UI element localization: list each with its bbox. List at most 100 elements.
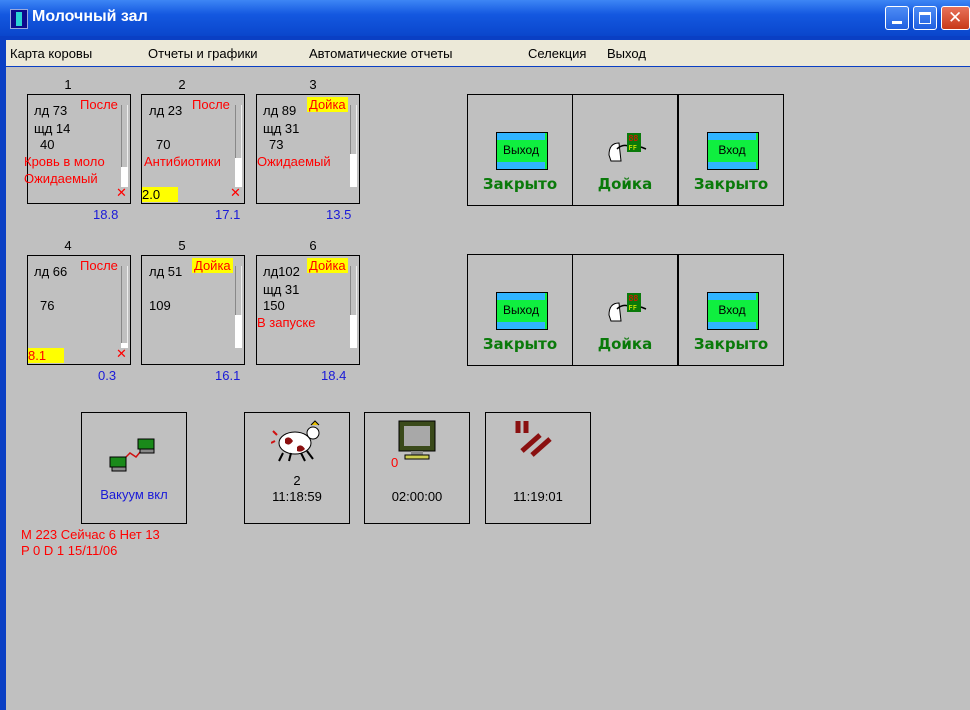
stall-alert: Антибиотики — [144, 154, 221, 169]
yield-bar — [235, 105, 242, 187]
menu-selection[interactable]: Селекция — [528, 46, 586, 61]
alert-x-icon: ✕ — [230, 185, 241, 200]
stall-yield-total: 13.5 — [326, 207, 352, 222]
exit-gate-icon: Выход — [496, 132, 548, 170]
stall-3[interactable]: лд 89 Дойка щд 31 73 Ожидаемый — [256, 94, 360, 204]
milking-status: Дойка — [597, 175, 653, 193]
milking-cluster-icon: 88 FF — [607, 131, 647, 171]
exit-gate-icon: Выход — [496, 292, 548, 330]
lactation-day: лд102 — [263, 264, 300, 279]
yield-badge: 8.1 — [28, 348, 64, 363]
svg-text:88: 88 — [629, 294, 639, 303]
wash-panel[interactable]: 11:19:01 — [485, 412, 591, 524]
gate-status: Закрыто — [693, 175, 769, 193]
milking-unit[interactable]: 88 FF Дойка — [572, 254, 678, 366]
yield-badge: 2.0 — [142, 187, 178, 202]
vacuum-panel[interactable]: Вакуум вкл — [81, 412, 187, 524]
entry-gate[interactable]: Вход Закрыто — [678, 94, 784, 206]
stall-status: Дойка — [307, 97, 348, 112]
alert-x-icon: ✕ — [116, 346, 127, 361]
menu-reports-graphs[interactable]: Отчеты и графики — [148, 46, 258, 61]
gate-status: Закрыто — [482, 335, 558, 353]
yield-bar — [350, 266, 357, 348]
cow-count: 2 — [293, 473, 301, 488]
status-date: P 0 D 1 15/11/06 — [21, 543, 118, 558]
entry-gate[interactable]: Вход Закрыто — [678, 254, 784, 366]
cow-count-panel[interactable]: 2 11:18:59 — [244, 412, 350, 524]
stall-4[interactable]: лд 66 После 76 8.1 ✕ — [27, 255, 131, 365]
yield-bar — [121, 105, 128, 187]
stall-value: 70 — [156, 137, 171, 152]
lactation-day: лд 23 — [149, 103, 183, 118]
svg-text:FF: FF — [629, 144, 637, 152]
yield-bar — [350, 105, 357, 187]
wash-icon — [512, 419, 562, 461]
lactation-day: лд 89 — [263, 103, 297, 118]
gate-status: Закрыто — [482, 175, 558, 193]
stall-5[interactable]: лд 51 Дойка 109 — [141, 255, 245, 365]
monitor-time: 02:00:00 — [391, 489, 443, 504]
yield-bar — [121, 266, 128, 348]
stall-number: 5 — [178, 238, 186, 253]
close-icon: ✕ — [948, 8, 963, 28]
vacuum-status: Вакуум вкл — [100, 487, 168, 502]
gate-status: Закрыто — [693, 335, 769, 353]
yield-bar — [235, 266, 242, 348]
menu-cow-card[interactable]: Карта коровы — [10, 46, 92, 61]
stall-yield-total: 0.3 — [98, 368, 117, 383]
stall-status: После — [192, 97, 230, 112]
stall-number: 1 — [64, 77, 72, 92]
stall-yield-total: 16.1 — [215, 368, 241, 383]
stall-2[interactable]: лд 23 После 70 Антибиотики 2.0 ✕ — [141, 94, 245, 204]
wash-time: 11:19:01 — [513, 489, 563, 504]
stall-alert: Кровь в моло — [24, 154, 105, 169]
monitor-icon — [395, 419, 439, 461]
status-summary: M 223 Сейчас 6 Нет 13 — [21, 527, 160, 542]
monitor-count: 0 — [391, 455, 399, 470]
close-button[interactable]: ✕ — [941, 6, 970, 30]
stall-number: 6 — [309, 238, 317, 253]
milking-cluster-icon: 88 FF — [607, 291, 647, 331]
app-window: Молочный зал ✕ Карта коровы Отчеты и гра… — [0, 0, 970, 710]
maximize-icon — [919, 12, 931, 24]
milking-status: Дойка — [597, 335, 653, 353]
days-since: щд 31 — [263, 282, 300, 297]
stall-value: 76 — [40, 298, 55, 313]
menu-auto-reports[interactable]: Автоматические отчеты — [309, 46, 453, 61]
stall-value: 40 — [40, 137, 55, 152]
exit-gate[interactable]: Выход Закрыто — [467, 94, 573, 206]
minimize-icon — [892, 21, 902, 24]
alert-x-icon: ✕ — [116, 185, 127, 200]
title-bar[interactable]: Молочный зал ✕ — [0, 0, 970, 36]
lactation-day: лд 51 — [149, 264, 183, 279]
menu-bar: Карта коровы Отчеты и графики Автоматиче… — [6, 40, 970, 66]
exit-gate[interactable]: Выход Закрыто — [467, 254, 573, 366]
stall-status: После — [80, 258, 118, 273]
stall-status: Дойка — [307, 258, 348, 273]
milking-parlor-view: 1 2 3 лд 73 После щд 14 40 Кровь в моло … — [6, 67, 970, 710]
menu-exit[interactable]: Выход — [607, 46, 646, 61]
stall-alert: В запуске — [257, 315, 316, 330]
stall-number: 4 — [64, 238, 72, 253]
stall-6[interactable]: лд102 Дойка щд 31 150 В запуске — [256, 255, 360, 365]
maximize-button[interactable] — [913, 6, 937, 30]
vacuum-pump-icon — [108, 435, 158, 475]
days-since: щд 31 — [263, 121, 300, 136]
stall-value: 150 — [263, 298, 285, 313]
stall-value: 73 — [269, 137, 284, 152]
window-title: Молочный зал — [32, 8, 148, 25]
stall-value: 109 — [149, 298, 171, 313]
cow-icon — [270, 419, 325, 463]
stall-alert: Ожидаемый — [257, 154, 331, 169]
stall-1[interactable]: лд 73 После щд 14 40 Кровь в моло Ожидае… — [24, 94, 131, 204]
stall-yield-total: 18.8 — [93, 207, 119, 222]
lactation-day: лд 73 — [34, 103, 68, 118]
stall-yield-total: 18.4 — [321, 368, 347, 383]
monitor-panel[interactable]: 0 02:00:00 — [364, 412, 470, 524]
stall-yield-total: 17.1 — [215, 207, 241, 222]
cow-time: 11:18:59 — [272, 489, 322, 504]
app-icon — [10, 9, 28, 29]
minimize-button[interactable] — [885, 6, 909, 30]
milking-unit[interactable]: 88 FF Дойка — [572, 94, 678, 206]
stall-status: Дойка — [192, 258, 233, 273]
